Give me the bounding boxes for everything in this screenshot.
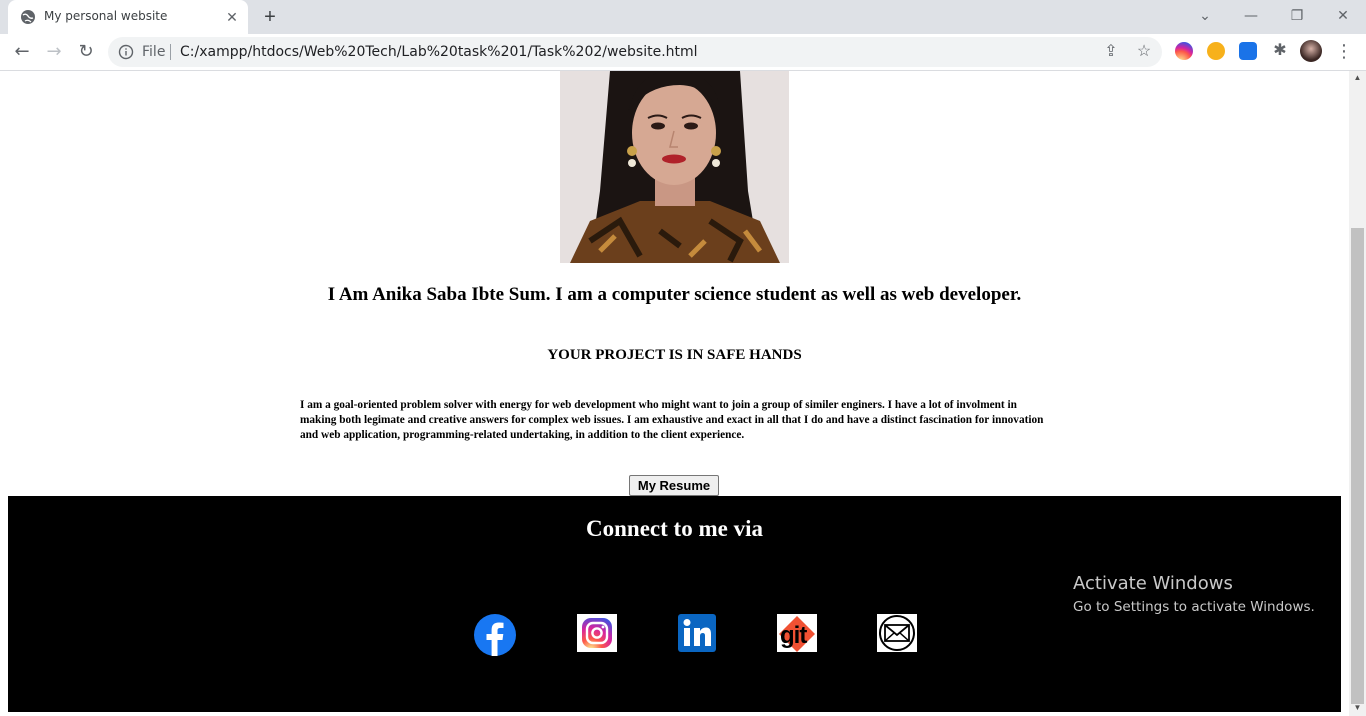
my-resume-button[interactable]: My Resume	[629, 475, 719, 496]
url-text[interactable]: C:/xampp/htdocs/Web%20Tech/Lab%20task%20…	[180, 44, 698, 60]
bio-paragraph: I am a goal-oriented problem solver with…	[300, 399, 1044, 441]
info-icon[interactable]	[118, 44, 134, 60]
tab-title: My personal website	[44, 9, 168, 23]
bookmark-star-icon[interactable]: ☆	[1134, 42, 1154, 62]
git-icon[interactable]: git	[777, 614, 817, 652]
portrait-image	[560, 71, 789, 263]
facebook-icon[interactable]	[473, 614, 517, 656]
email-icon[interactable]	[877, 614, 917, 652]
extension-orange-icon[interactable]	[1207, 42, 1225, 60]
tab-search-icon[interactable]: ⌄	[1190, 4, 1220, 28]
back-icon[interactable]: ←	[10, 40, 34, 64]
close-tab-icon[interactable]: ✕	[224, 9, 240, 25]
git-label: git	[780, 622, 807, 649]
menu-kebab-icon[interactable]: ⋮	[1332, 40, 1356, 64]
intro-heading: I Am Anika Saba Ibte Sum. I am a compute…	[327, 284, 1022, 305]
activate-windows-subtitle: Go to Settings to activate Windows.	[1073, 599, 1315, 615]
omnibox-divider	[170, 44, 171, 60]
linkedin-icon[interactable]	[678, 614, 716, 652]
footer-title: Connect to me via	[586, 516, 763, 541]
profile-photo	[560, 71, 789, 263]
browser-tab[interactable]: My personal website ✕	[8, 0, 248, 34]
extensions-puzzle-icon[interactable]: ✱	[1271, 42, 1289, 60]
tagline-heading: YOUR PROJECT IS IN SAFE HANDS	[547, 347, 802, 363]
reload-icon[interactable]: ↻	[74, 40, 98, 64]
new-tab-button[interactable]: +	[258, 6, 282, 28]
page-scrollbar[interactable]: ▲ ▼	[1349, 71, 1366, 716]
share-icon[interactable]: ⇪	[1101, 42, 1121, 62]
globe-icon	[21, 10, 35, 24]
activate-windows-title: Activate Windows	[1073, 573, 1233, 594]
file-label: File	[142, 44, 166, 60]
browser-toolbar: ← → ↻ File C:/xampp/htdocs/Web%20Tech/La…	[0, 34, 1366, 71]
instagram-icon[interactable]	[577, 614, 617, 652]
tab-bar: My personal website ✕ + ⌄ — ❐ ✕	[0, 0, 1366, 34]
profile-avatar[interactable]	[1300, 40, 1322, 62]
address-bar[interactable]: File C:/xampp/htdocs/Web%20Tech/Lab%20ta…	[108, 37, 1162, 67]
restore-icon[interactable]: ❐	[1282, 4, 1312, 28]
minimize-icon[interactable]: —	[1236, 4, 1266, 28]
close-window-icon[interactable]: ✕	[1328, 4, 1358, 28]
scroll-down-arrow-icon[interactable]: ▼	[1353, 704, 1362, 712]
scrollbar-thumb[interactable]	[1351, 228, 1364, 704]
page-viewport: I Am Anika Saba Ibte Sum. I am a compute…	[0, 71, 1366, 716]
instagram-extension-icon[interactable]	[1175, 42, 1193, 60]
activate-windows-watermark: Activate Windows Go to Settings to activ…	[1073, 573, 1315, 617]
scroll-up-arrow-icon[interactable]: ▲	[1353, 74, 1362, 82]
forward-icon[interactable]: →	[42, 40, 66, 64]
extension-blue-icon[interactable]	[1239, 42, 1257, 60]
